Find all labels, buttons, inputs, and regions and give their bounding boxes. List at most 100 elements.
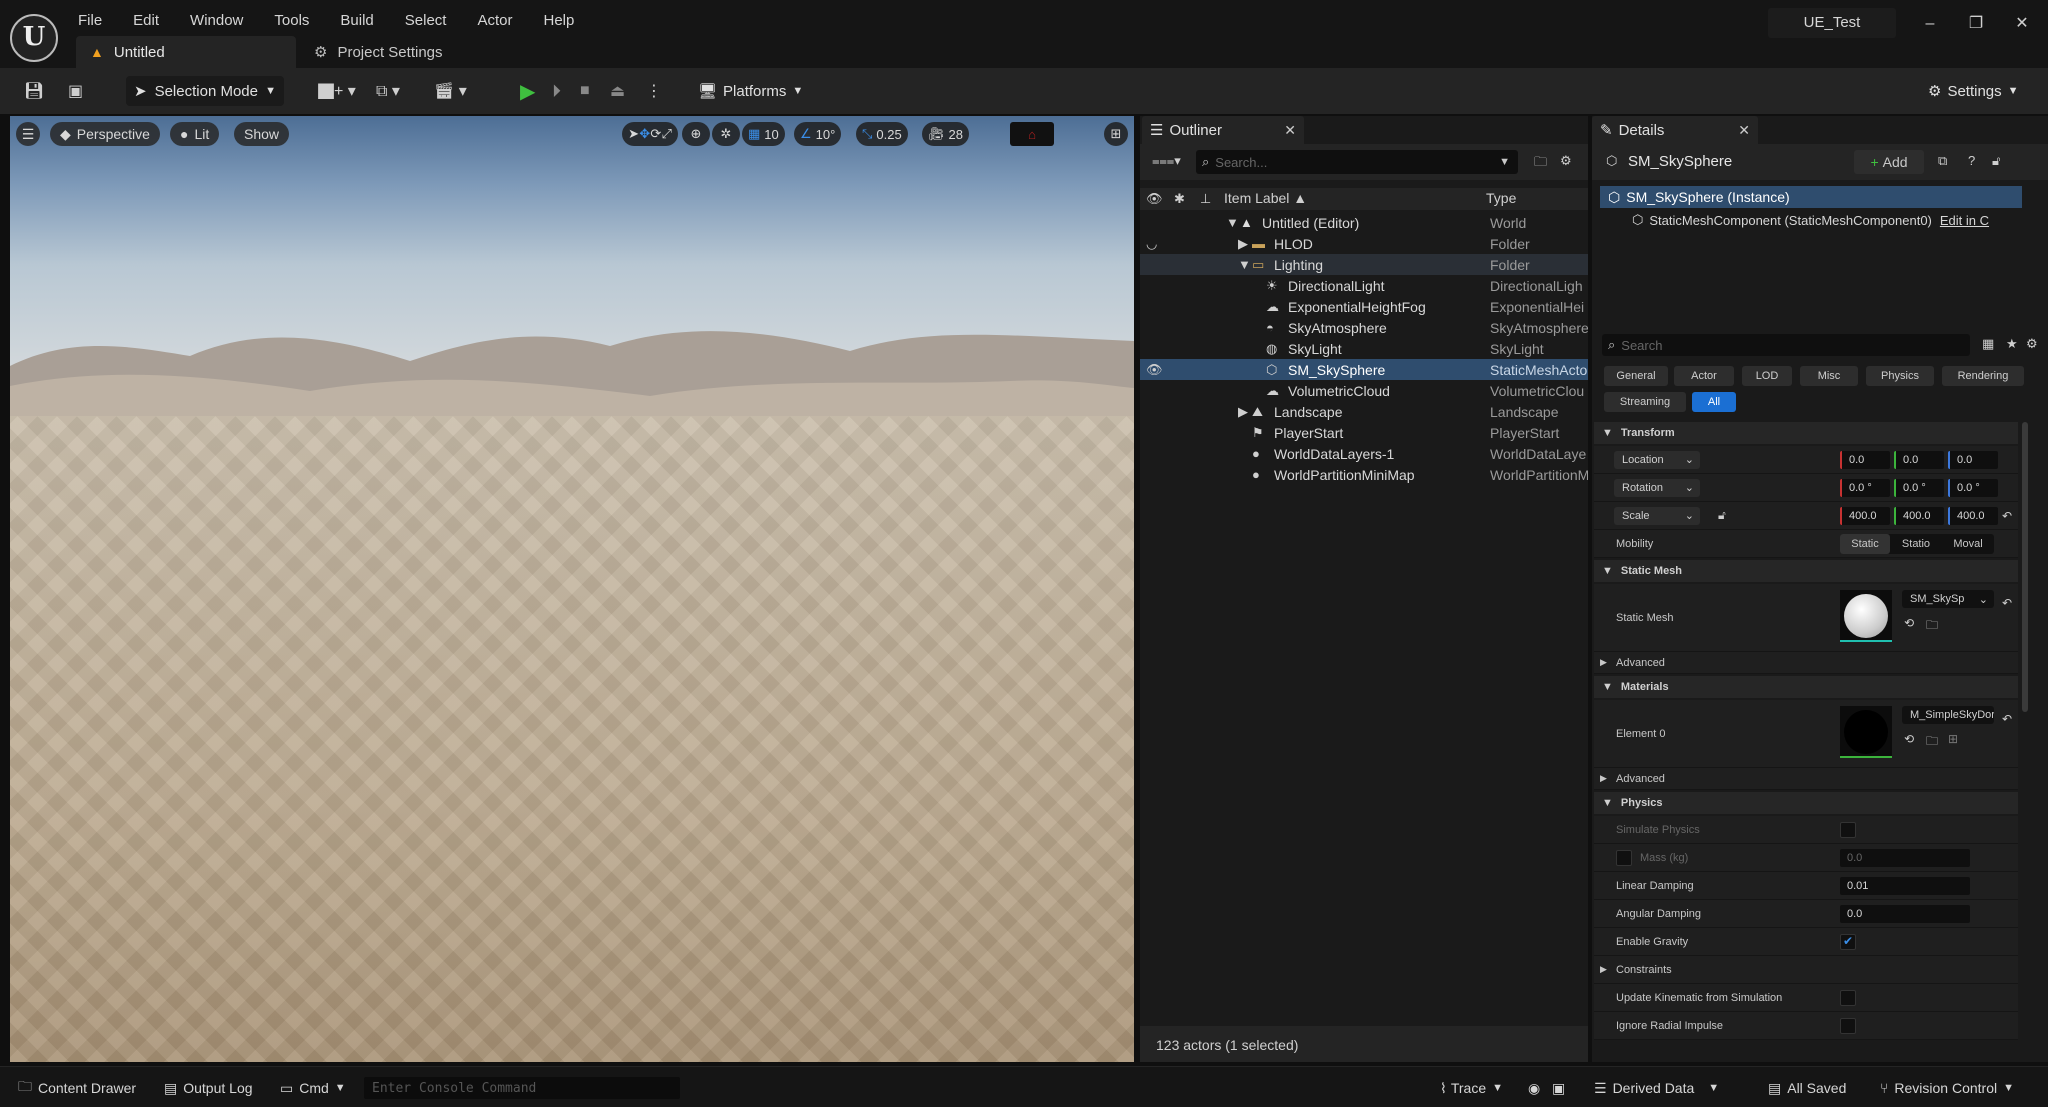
scale-z[interactable]: 400.0 [1948,506,1998,525]
eject-icon[interactable]: ⏏ [610,79,625,103]
filter-streaming[interactable]: Streaming [1604,392,1686,412]
component-instance-row[interactable]: ⬡ SM_SkySphere (Instance) [1600,186,2022,208]
play-icon[interactable]: ▶ [520,79,535,103]
perspective-button[interactable]: ◆ Perspective [50,122,160,146]
menu-actor[interactable]: Actor [469,10,520,31]
expand-arrow-icon[interactable]: ▶ [1238,404,1248,420]
browse-icon[interactable]: 🗀︎ [1926,732,1938,753]
stop-icon[interactable]: ■ [580,79,590,103]
close-window-button[interactable]: ✕ [2000,10,2044,38]
advanced-row[interactable]: ▶ Advanced [1594,652,2018,674]
settings-dropdown[interactable]: ⚙ Settings ▼ [1920,76,2024,106]
mass-override-checkbox[interactable] [1616,849,1632,866]
material-thumbnail[interactable] [1840,706,1892,758]
minimize-button[interactable]: – [1908,10,1952,38]
outliner-row[interactable]: ▶ ⛰ Landscape Landscape [1140,401,1588,422]
ignore-radial-checkbox[interactable] [1840,1017,1856,1034]
edit-in-link[interactable]: Edit in C [1940,213,1989,228]
mobility-stationary[interactable]: Statio [1890,538,1942,550]
location-dropdown[interactable]: Location ⌄ [1614,450,1700,469]
add-component-button[interactable]: + Add [1854,150,1924,174]
outliner-row[interactable]: ◍ SkyLight SkyLight [1140,338,1588,359]
details-search-input[interactable]: ⌕ Search [1602,334,1970,356]
select-tool-icon[interactable]: ➤ [628,126,639,142]
outliner-row[interactable]: ▼ ▲ Untitled (Editor) World [1140,212,1588,233]
platforms-dropdown[interactable]: 🖥︎ Platforms ▼ [690,76,803,106]
viewport-layout-icon[interactable]: ⊞ [1104,122,1128,146]
actor-name[interactable]: SM_SkySphere [1628,153,1732,170]
outliner-row[interactable]: ☀ DirectionalLight DirectionalLigh [1140,275,1588,296]
more-options-icon[interactable]: ⋮ [646,79,662,103]
add-actor-icon[interactable]: ⬛︎+ ▾ [318,79,356,103]
menu-file[interactable]: File [70,10,110,31]
save-icon[interactable]: 💾︎ [24,79,44,103]
browse-icon[interactable]: 🗀︎ [1926,616,1938,637]
tab-level-untitled[interactable]: ▲ Untitled [76,36,296,68]
selection-mode-dropdown[interactable]: ➤ Selection Mode ▼ [126,76,284,106]
rotation-z[interactable]: 0.0 ° [1948,478,1998,497]
outliner-row[interactable]: ● WorldPartitionMiniMap WorldPartitionM [1140,464,1588,485]
output-log-button[interactable]: ▤ Output Log [164,1077,253,1099]
section-static-mesh[interactable]: ▼ Static Mesh [1594,560,2018,582]
outliner-row[interactable]: ⚑ PlayerStart PlayerStart [1140,422,1588,443]
mobility-static[interactable]: Static [1840,533,1890,554]
update-kinematic-checkbox[interactable] [1840,989,1856,1006]
outliner-row[interactable]: ▼ ▭ Lighting Folder [1140,254,1588,275]
outliner-row[interactable]: ☁ VolumetricCloud VolumetricClou [1140,380,1588,401]
mass-input[interactable]: 0.0 [1840,848,1970,867]
browse-content-icon[interactable]: ▣ [68,79,83,103]
blueprint-icon[interactable]: ⧉ ▾ [376,79,400,103]
tab-project-settings[interactable]: ⚙ Project Settings [300,36,500,68]
location-z[interactable]: 0.0 [1948,450,1998,469]
filter-lod[interactable]: LOD [1742,366,1792,386]
favorites-star-icon[interactable]: ★ [2006,336,2018,352]
rotation-y[interactable]: 0.0 ° [1894,478,1944,497]
new-folder-icon[interactable]: 🗀︎ [1534,153,1547,175]
expand-arrow-icon[interactable]: ▼ [1226,215,1239,230]
menu-select[interactable]: Select [397,10,455,31]
visibility-eye-icon[interactable]: 👁︎ [1146,362,1163,378]
scale-x[interactable]: 400.0 [1840,506,1890,525]
table-view-icon[interactable]: ▦ [1982,336,1994,352]
mesh-thumbnail[interactable] [1840,590,1892,642]
rotate-tool-icon[interactable]: ⟳ [650,126,661,142]
rotation-dropdown[interactable]: Rotation ⌄ [1614,478,1700,497]
scale-snap-toggle[interactable]: ⤡ 0.25 [856,122,908,146]
expand-arrow-icon[interactable]: ▼ [1238,257,1251,272]
enable-gravity-checkbox[interactable] [1840,933,1856,950]
settings-gear-icon[interactable]: ⚙ [2026,336,2038,352]
section-physics[interactable]: ▼ Physics [1594,792,2018,814]
scale-tool-icon[interactable]: ⤢ [661,126,671,142]
close-icon[interactable]: ✕ [1738,122,1750,139]
component-row[interactable]: ⬡ StaticMeshComponent (StaticMeshCompone… [1632,209,2024,231]
filter-misc[interactable]: Misc [1800,366,1858,386]
outliner-row[interactable]: ☁ ExponentialHeightFog ExponentialHei [1140,296,1588,317]
rotation-x[interactable]: 0.0 ° [1840,478,1890,497]
revision-control-dropdown[interactable]: ⑂ Revision Control ▼ [1880,1077,2014,1099]
static-mesh-picker[interactable]: SM_SkySp ⌄ [1902,590,1994,608]
use-selected-icon[interactable]: ⟲ [1904,732,1914,746]
section-transform[interactable]: ▼ Transform [1594,422,2018,444]
outliner-tab[interactable]: ☰ Outliner ✕ [1142,116,1304,144]
screenshot-icon[interactable]: ▣ [1552,1077,1565,1099]
translate-tool-icon[interactable]: ✥ [639,126,650,142]
section-materials[interactable]: ▼ Materials [1594,676,2018,698]
expand-arrow-icon[interactable]: ▶ [1238,236,1248,252]
outliner-row[interactable]: ◡ ▶ ▬ HLOD Folder [1140,233,1588,254]
step-icon[interactable]: ⏵ [552,79,561,103]
linear-damping-input[interactable]: 0.01 [1840,876,1970,895]
filter-icon[interactable]: ⩶▾ [1152,153,1181,169]
derived-data-dropdown[interactable]: ☰ Derived Data ▼ [1594,1077,1719,1099]
filter-rendering[interactable]: Rendering [1942,366,2024,386]
console-command-input[interactable]: Enter Console Command [364,1077,680,1099]
col-type[interactable]: Type [1486,190,1516,206]
details-tab[interactable]: ✎ Details ✕ [1592,116,1758,144]
material-picker[interactable]: M_SimpleSkyDor [1902,706,1994,724]
filter-actor[interactable]: Actor [1674,366,1734,386]
surface-snap-icon[interactable]: ✲ [712,122,740,146]
menu-tools[interactable]: Tools [266,10,317,31]
rotation-snap-toggle[interactable]: ∠ 10° [794,122,842,146]
menu-edit[interactable]: Edit [125,10,167,31]
constraints-row[interactable]: ▶ Constraints [1594,956,2018,984]
cmd-dropdown[interactable]: ▭ Cmd ▼ [280,1077,346,1099]
